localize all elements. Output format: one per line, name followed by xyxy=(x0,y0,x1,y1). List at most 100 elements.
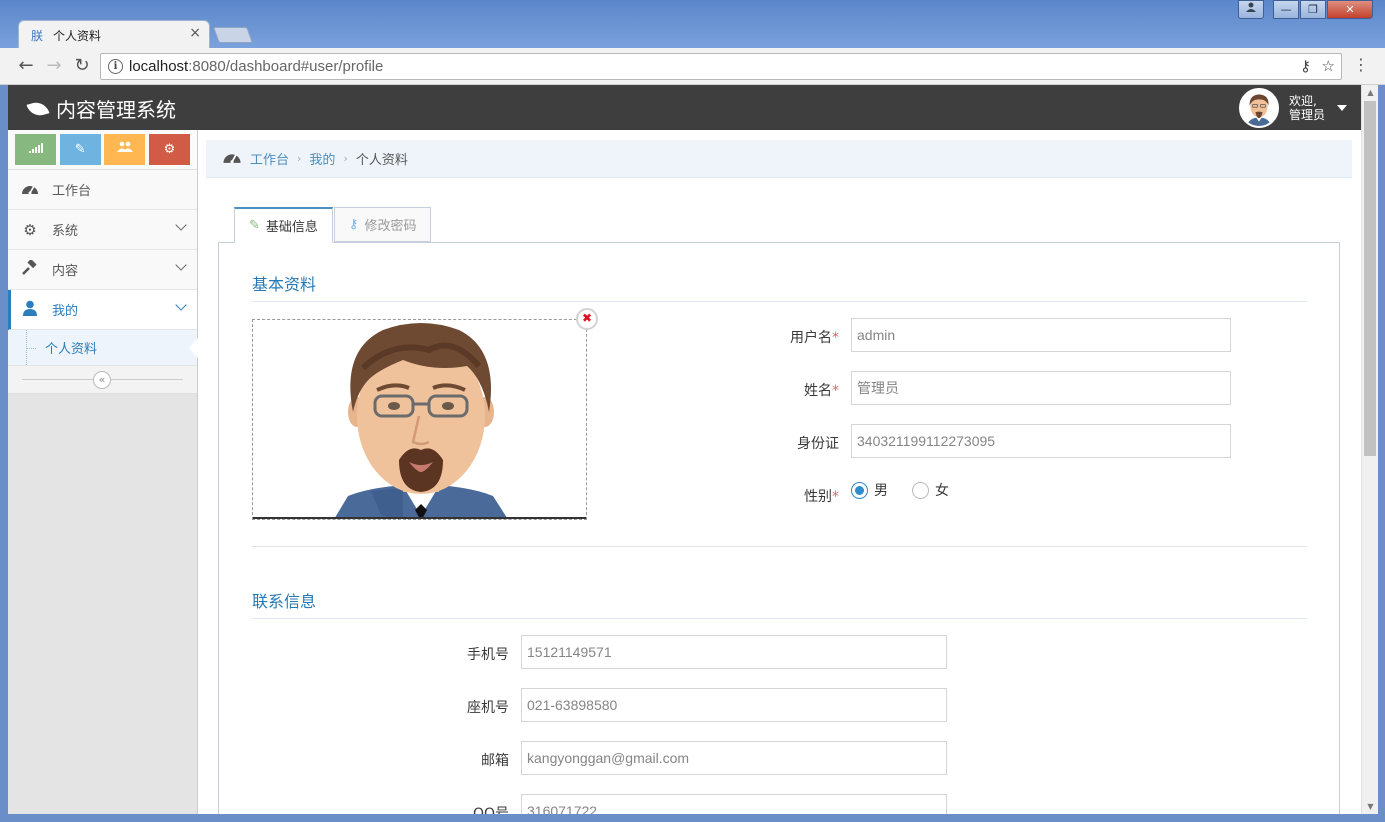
browser-menu-icon[interactable]: ⋮ xyxy=(1353,55,1369,74)
browser-toolbar: ← → ↻ i localhost:8080/dashboard#user/pr… xyxy=(0,48,1385,85)
info-icon[interactable]: i xyxy=(108,59,123,74)
mobile-label: 手机号 xyxy=(467,647,509,663)
page-scrollbar[interactable]: ▲ ▼ xyxy=(1361,85,1378,814)
name-label: 姓名* xyxy=(804,383,839,399)
section-title-basic: 基本资料 xyxy=(252,275,317,294)
dashboard-icon xyxy=(20,181,40,199)
scroll-thumb[interactable] xyxy=(1364,101,1376,456)
avatar-upload-box[interactable] xyxy=(252,319,587,520)
sidebar-item-label: 我的 xyxy=(52,304,79,319)
gender-radio-male[interactable] xyxy=(851,481,868,499)
key-icon: ⚷ xyxy=(348,217,359,232)
url-text[interactable]: localhost:8080/dashboard#user/profile xyxy=(129,58,383,75)
breadcrumb-current: 个人资料 xyxy=(355,153,408,168)
main-content: 工作台 › 我的 › 个人资料 ✎ 基础信息 ⚷ 修改密码 基本资料 ✖ 用户名… xyxy=(198,130,1361,814)
sidebar-item-system[interactable]: ⚙ 系统 xyxy=(8,210,197,250)
new-tab-button[interactable] xyxy=(213,27,253,43)
chevron-down-icon xyxy=(175,299,187,311)
idcard-field[interactable] xyxy=(851,424,1231,458)
mobile-field[interactable] xyxy=(521,635,947,669)
tab-label: 修改密码 xyxy=(364,219,417,234)
user-menu[interactable]: 欢迎, 管理员 xyxy=(1238,85,1347,130)
forward-arrow-icon[interactable]: → xyxy=(42,54,66,78)
phone-field[interactable] xyxy=(521,688,947,722)
remove-avatar-icon[interactable]: ✖ xyxy=(576,308,598,330)
breadcrumb: 工作台 › 我的 › 个人资料 xyxy=(206,140,1352,178)
brand[interactable]: 内容管理系统 xyxy=(26,94,176,123)
tab-favicon: 朕 xyxy=(31,29,44,43)
avatar-image xyxy=(334,323,508,519)
sidebar-subitem-label: 个人资料 xyxy=(45,342,98,357)
edit-icon: ✎ xyxy=(249,218,260,233)
tab-label: 基础信息 xyxy=(265,220,318,235)
active-pointer xyxy=(189,338,198,358)
tab-basic-info[interactable]: ✎ 基础信息 xyxy=(234,207,333,243)
tab-close-icon[interactable]: × xyxy=(189,25,201,41)
section-divider xyxy=(252,301,1307,302)
collapse-icon[interactable]: « xyxy=(93,371,111,389)
bookmark-star-icon[interactable]: ☆ xyxy=(1322,57,1335,75)
qq-label: QQ号 xyxy=(472,806,509,814)
sidebar-item-mine[interactable]: 我的 xyxy=(8,290,197,330)
cogs-icon[interactable]: ⚙ xyxy=(148,134,190,165)
name-field[interactable] xyxy=(851,371,1231,405)
users-icon[interactable] xyxy=(104,134,146,165)
scroll-up-icon[interactable]: ▲ xyxy=(1362,85,1379,100)
maximize-button[interactable]: ❐ xyxy=(1300,0,1326,19)
chevron-right-icon: › xyxy=(297,152,302,165)
sidebar-shortcuts: ✎ ⚙ xyxy=(8,130,197,170)
section-separator xyxy=(252,546,1307,547)
cogs-icon: ⚙ xyxy=(23,220,37,239)
chevron-right-icon: › xyxy=(343,152,348,165)
section-divider xyxy=(252,618,1307,619)
browser-titlebar: 朕 个人资料 × — ❐ ✕ xyxy=(0,0,1385,48)
minimize-button[interactable]: — xyxy=(1273,0,1299,19)
top-navbar: 内容管理系统 欢迎, 管理员 xyxy=(8,85,1361,130)
address-bar[interactable]: i localhost:8080/dashboard#user/profile … xyxy=(100,53,1342,80)
gavel-icon xyxy=(20,258,40,280)
leaf-icon xyxy=(26,99,50,118)
sidebar-subitem-profile[interactable]: 个人资料 xyxy=(8,330,198,366)
back-arrow-icon[interactable]: ← xyxy=(14,54,38,78)
caret-down-icon[interactable] xyxy=(1337,104,1347,111)
pencil-icon[interactable]: ✎ xyxy=(59,134,101,165)
signal-icon[interactable] xyxy=(15,134,56,165)
username-label: 用户名* xyxy=(790,330,839,346)
close-window-button[interactable]: ✕ xyxy=(1327,0,1373,19)
gender-option-label[interactable]: 男 xyxy=(874,480,888,500)
tab-change-password[interactable]: ⚷ 修改密码 xyxy=(333,207,432,242)
sidebar-item-label: 工作台 xyxy=(52,184,92,199)
section-title-contact: 联系信息 xyxy=(252,592,317,611)
brand-title: 内容管理系统 xyxy=(56,98,176,122)
chevron-down-icon xyxy=(175,219,187,231)
breadcrumb-link-mine[interactable]: 我的 xyxy=(309,149,335,168)
nav-username: 管理员 xyxy=(1288,107,1325,122)
gender-radio-female[interactable] xyxy=(912,481,929,499)
window-controls: — ❐ ✕ xyxy=(1237,0,1373,20)
username-field[interactable] xyxy=(851,318,1231,352)
browser-tab[interactable]: 朕 个人资料 × xyxy=(18,20,210,48)
email-label: 邮箱 xyxy=(481,753,509,769)
sidebar-item-label: 系统 xyxy=(52,224,79,239)
phone-label: 座机号 xyxy=(467,700,509,716)
sidebar-item-label: 内容 xyxy=(52,264,79,279)
sidebar: ✎ ⚙ 工作台 ⚙ 系统 内容 我的 个人资料 « xyxy=(8,130,198,814)
profile-icon[interactable] xyxy=(1238,0,1264,19)
user-icon xyxy=(20,300,40,320)
gender-option-label[interactable]: 女 xyxy=(935,480,949,500)
gender-radio-group: 男 女 xyxy=(851,480,973,500)
sidebar-item-dashboard[interactable]: 工作台 xyxy=(8,170,197,210)
email-field[interactable] xyxy=(521,741,947,775)
tab-panel-basic: 基本资料 ✖ 用户名* admin 姓名* 管理员 身份证 3403211991… xyxy=(218,242,1340,814)
gender-label: 性别* xyxy=(804,489,839,505)
sidebar-item-content[interactable]: 内容 xyxy=(8,250,197,290)
app-window: 内容管理系统 欢迎, 管理员 ✎ ⚙ 工作台 ⚙ 系统 内容 我的 个人资料 «… xyxy=(8,85,1361,814)
idcard-label: 身份证 xyxy=(797,436,839,452)
qq-field[interactable] xyxy=(521,794,947,814)
reload-icon[interactable]: ↻ xyxy=(70,54,94,78)
key-icon[interactable]: ⚷ xyxy=(1300,57,1311,75)
breadcrumb-link-dashboard[interactable]: 工作台 xyxy=(250,149,289,168)
welcome-text[interactable]: 欢迎, 管理员 xyxy=(1289,94,1325,122)
scroll-down-icon[interactable]: ▼ xyxy=(1362,799,1379,814)
chevron-down-icon xyxy=(175,259,187,271)
